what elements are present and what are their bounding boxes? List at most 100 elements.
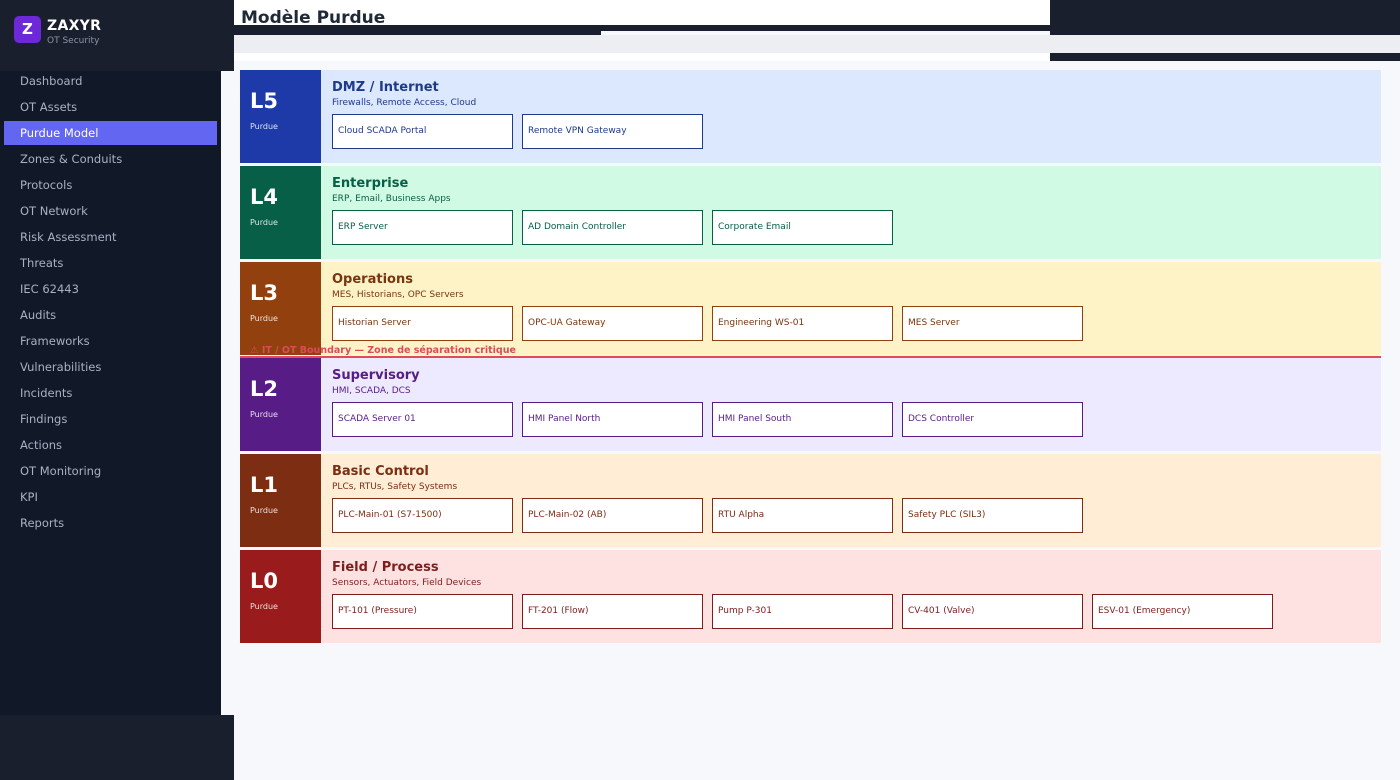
asset-card[interactable]: DCS Controller — [902, 402, 1083, 437]
level-badge: L1 Purdue — [240, 454, 321, 547]
asset-card[interactable]: ERP Server — [332, 210, 513, 245]
header-divider — [601, 25, 1050, 31]
asset-card[interactable]: ESV-01 (Emergency) — [1092, 594, 1273, 629]
asset-card[interactable]: PT-101 (Pressure) — [332, 594, 513, 629]
asset-card[interactable]: Safety PLC (SIL3) — [902, 498, 1083, 533]
level-title: Operations — [332, 272, 413, 287]
logo-icon: Z — [14, 16, 41, 43]
level-code: L2 — [250, 377, 278, 401]
level-description: ERP, Email, Business Apps — [332, 194, 451, 204]
level-badge: L4 Purdue — [240, 166, 321, 259]
asset-card[interactable]: CV-401 (Valve) — [902, 594, 1083, 629]
asset-card[interactable]: HMI Panel South — [712, 402, 893, 437]
asset-card[interactable]: Historian Server — [332, 306, 513, 341]
asset-list: Historian Server OPC-UA Gateway Engineerin… — [332, 306, 1083, 341]
sidebar-item-audits[interactable]: Audits — [0, 302, 221, 328]
level-description: PLCs, RTUs, Safety Systems — [332, 482, 458, 492]
asset-card[interactable]: PLC-Main-02 (AB) — [522, 498, 703, 533]
header-strip — [234, 53, 1050, 61]
sidebar-item-ot-monitoring[interactable]: OT Monitoring — [0, 458, 221, 484]
purdue-level-l0: L0 Purdue Field / Process Sensors, Actuator… — [240, 550, 1381, 643]
asset-list: PLC-Main-01 (S7-1500) PLC-Main-02 (AB) RTU… — [332, 498, 1083, 533]
sidebar-item-incidents[interactable]: Incidents — [0, 380, 221, 406]
sidebar-item-iec-62443[interactable]: IEC 62443 — [0, 276, 221, 302]
it-ot-boundary-line — [240, 356, 1381, 358]
purdue-level-l2: L2 Purdue Supervisory HMI, SCADA, DCS SCADA … — [240, 358, 1381, 451]
level-tag-label: Purdue — [250, 410, 278, 419]
purdue-model: L5 Purdue DMZ / Internet Firewalls, Remote … — [240, 70, 1381, 646]
brand[interactable]: Z ZAXYR OT Security — [0, 0, 234, 71]
sidebar-item-ot-assets[interactable]: OT Assets — [0, 94, 221, 120]
app-name: ZAXYR — [47, 18, 102, 34]
level-title: Basic Control — [332, 464, 429, 479]
sidebar-item-kpi[interactable]: KPI — [0, 484, 221, 510]
level-description: Firewalls, Remote Access, Cloud — [332, 98, 477, 108]
level-badge: L0 Purdue — [240, 550, 321, 643]
asset-card[interactable]: Engineering WS-01 — [712, 306, 893, 341]
purdue-level-l5: L5 Purdue DMZ / Internet Firewalls, Remote … — [240, 70, 1381, 163]
level-description: Sensors, Actuators, Field Devices — [332, 578, 482, 588]
asset-card[interactable]: Cloud SCADA Portal — [332, 114, 513, 149]
level-description: HMI, SCADA, DCS — [332, 386, 411, 396]
level-title: Field / Process — [332, 560, 439, 575]
header-strip — [165, 35, 1400, 53]
level-tag-label: Purdue — [250, 602, 278, 611]
asset-list: PT-101 (Pressure) FT-201 (Flow) Pump P-301… — [332, 594, 1273, 629]
sidebar-footer — [0, 715, 234, 780]
level-tag-label: Purdue — [250, 506, 278, 515]
level-code: L1 — [250, 473, 278, 497]
level-title: Supervisory — [332, 368, 420, 383]
asset-card[interactable]: HMI Panel North — [522, 402, 703, 437]
asset-card[interactable]: PLC-Main-01 (S7-1500) — [332, 498, 513, 533]
level-tag-label: Purdue — [250, 122, 278, 131]
level-badge: L2 Purdue — [240, 358, 321, 451]
sidebar-item-purdue-model[interactable]: Purdue Model — [4, 121, 217, 145]
level-badge: L3 Purdue — [240, 262, 321, 355]
sidebar-item-actions[interactable]: Actions — [0, 432, 221, 458]
level-tag-label: Purdue — [250, 314, 278, 323]
purdue-level-l1: L1 Purdue Basic Control PLCs, RTUs, Safety … — [240, 454, 1381, 547]
level-title: DMZ / Internet — [332, 80, 439, 95]
level-tag-label: Purdue — [250, 218, 278, 227]
asset-card[interactable]: AD Domain Controller — [522, 210, 703, 245]
asset-list: ERP Server AD Domain Controller Corporate … — [332, 210, 893, 245]
level-code: L5 — [250, 89, 278, 113]
purdue-level-l3: L3 Purdue Operations MES, Historians, OPC S… — [240, 262, 1381, 355]
sidebar-item-ot-network[interactable]: OT Network — [0, 198, 221, 224]
sidebar-item-zones-conduits[interactable]: Zones & Conduits — [0, 146, 221, 172]
asset-card[interactable]: FT-201 (Flow) — [522, 594, 703, 629]
sidebar-item-reports[interactable]: Reports — [0, 510, 221, 536]
asset-card[interactable]: MES Server — [902, 306, 1083, 341]
sidebar-nav: Dashboard OT Assets Purdue Model Zones & Co… — [0, 68, 221, 536]
level-code: L3 — [250, 281, 278, 305]
page-title: Modèle Purdue — [241, 8, 386, 28]
app-subtitle: OT Security — [47, 36, 100, 46]
level-description: MES, Historians, OPC Servers — [332, 290, 464, 300]
asset-card[interactable]: OPC-UA Gateway — [522, 306, 703, 341]
level-title: Enterprise — [332, 176, 409, 191]
sidebar-item-vulnerabilities[interactable]: Vulnerabilities — [0, 354, 221, 380]
sidebar-item-threats[interactable]: Threats — [0, 250, 221, 276]
level-body: Enterprise ERP, Email, Business Apps ERP S… — [321, 166, 1381, 259]
asset-card[interactable]: Remote VPN Gateway — [522, 114, 703, 149]
level-badge: L5 Purdue — [240, 70, 321, 163]
asset-card[interactable]: Corporate Email — [712, 210, 893, 245]
level-body: Supervisory HMI, SCADA, DCS SCADA Server 0… — [321, 358, 1381, 451]
level-body: DMZ / Internet Firewalls, Remote Access, … — [321, 70, 1381, 163]
sidebar-item-dashboard[interactable]: Dashboard — [0, 68, 221, 94]
sidebar: Dashboard OT Assets Purdue Model Zones & Co… — [0, 0, 221, 715]
sidebar-item-protocols[interactable]: Protocols — [0, 172, 221, 198]
level-code: L0 — [250, 569, 278, 593]
sidebar-item-findings[interactable]: Findings — [0, 406, 221, 432]
asset-card[interactable]: Pump P-301 — [712, 594, 893, 629]
asset-card[interactable]: RTU Alpha — [712, 498, 893, 533]
asset-list: SCADA Server 01 HMI Panel North HMI Panel … — [332, 402, 1083, 437]
level-body: Field / Process Sensors, Actuators, Field… — [321, 550, 1381, 643]
asset-card[interactable]: SCADA Server 01 — [332, 402, 513, 437]
level-code: L4 — [250, 185, 278, 209]
purdue-level-l4: L4 Purdue Enterprise ERP, Email, Business A… — [240, 166, 1381, 259]
it-ot-boundary-label: ⚠ IT / OT Boundary — Zone de séparation … — [250, 345, 516, 356]
sidebar-item-risk-assessment[interactable]: Risk Assessment — [0, 224, 221, 250]
sidebar-item-frameworks[interactable]: Frameworks — [0, 328, 221, 354]
asset-list: Cloud SCADA Portal Remote VPN Gateway — [332, 114, 703, 149]
